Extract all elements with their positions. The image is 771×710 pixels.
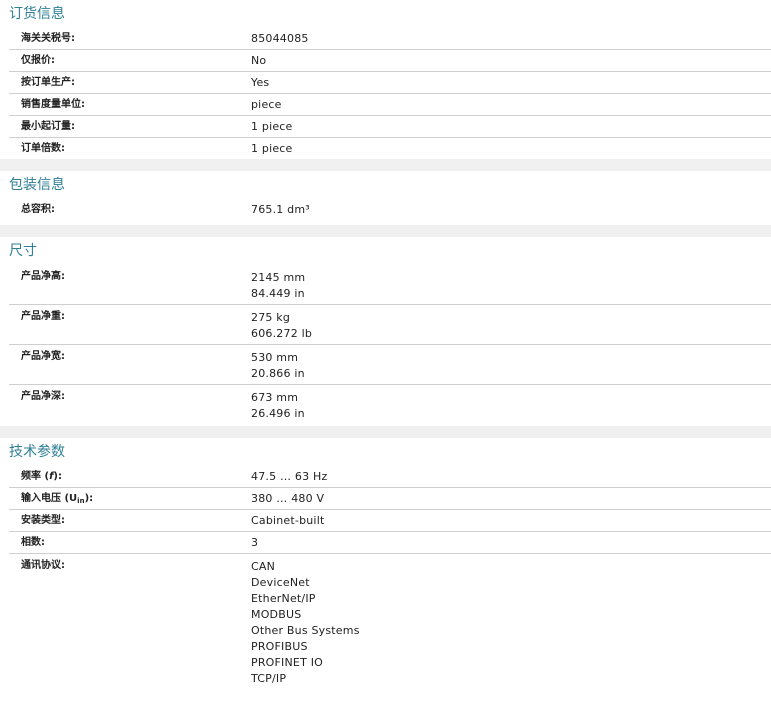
spec-label: 订单倍数: (21, 143, 65, 154)
spec-label: 销售度量单位: (21, 99, 85, 110)
section-packaging-info: 包装信息 总容积: 765.1 dm³ (0, 171, 771, 220)
label-end: ): (53, 471, 62, 482)
spec-table: 海关关税号: 85044085 仅报价: No 按订单生产: Yes 销售度量单… (0, 28, 771, 159)
spec-label: 总容积: (21, 204, 55, 215)
value-line: Other Bus Systems (251, 624, 360, 637)
value-line: 606.272 lb (251, 327, 313, 340)
spec-label: 按订单生产: (21, 77, 75, 88)
value-line: 2145 mm (251, 271, 306, 284)
spec-row: 总容积: 765.1 dm³ (9, 199, 771, 220)
spec-label: 产品净宽: (21, 351, 65, 362)
spec-row: 安装类型: Cabinet-built (9, 510, 771, 532)
value-line: 530 mm (251, 351, 299, 364)
spec-value: 2145 mm 84.449 in (251, 270, 305, 302)
spec-value: 530 mm 20.866 in (251, 350, 305, 382)
label-text: 输入电压 (U (21, 492, 78, 504)
value-line: 275 kg (251, 311, 291, 324)
section-ordering-info: 订货信息 海关关税号: 85044085 仅报价: No 按订单生产: Yes … (0, 0, 771, 159)
value-line: EtherNet/IP (251, 592, 316, 605)
spec-row: 销售度量单位: piece (9, 94, 771, 116)
spec-row: 通讯协议: CAN DeviceNet EtherNet/IP MODBUS O… (9, 554, 771, 689)
section-divider (0, 426, 771, 438)
spec-row: 产品净深: 673 mm 26.496 in (9, 385, 771, 426)
spec-value: 3 (251, 536, 259, 549)
spec-value: Cabinet-built (251, 514, 325, 527)
spec-table: 总容积: 765.1 dm³ (0, 199, 771, 220)
spec-label: 仅报价: (21, 55, 55, 66)
value-line: DeviceNet (251, 576, 310, 589)
value-line: 20.866 in (251, 367, 305, 380)
spec-row: 海关关税号: 85044085 (9, 28, 771, 50)
label-end: ): (84, 492, 94, 504)
spec-label: 产品净高: (21, 271, 65, 282)
spec-label: 相数: (21, 537, 45, 548)
section-divider (0, 225, 771, 237)
spec-label: 通讯协议: (21, 560, 65, 571)
spec-value: CAN DeviceNet EtherNet/IP MODBUS Other B… (251, 559, 360, 687)
value-line: MODBUS (251, 608, 302, 621)
value-line: TCP/IP (251, 672, 287, 685)
spec-row: 订单倍数: 1 piece (9, 138, 771, 159)
spec-row: 频率 (f): 47.5 … 63 Hz (9, 466, 771, 488)
section-divider (0, 159, 771, 171)
spec-row: 相数: 3 (9, 532, 771, 554)
spec-label: 安装类型: (21, 515, 65, 526)
spec-value: 275 kg 606.272 lb (251, 310, 312, 342)
value-line: CAN (251, 560, 276, 573)
spec-value: 765.1 dm³ (251, 203, 310, 216)
spec-label: 输入电压 (Uin): (9, 488, 251, 510)
spec-label: 产品净重: (21, 311, 65, 322)
spec-row: 仅报价: No (9, 50, 771, 72)
spec-label: 最小起订量: (21, 121, 75, 132)
section-technical-params: 技术参数 频率 (f): 47.5 … 63 Hz 输入电压 (Uin): 38… (0, 438, 771, 689)
value-line: 673 mm (251, 391, 299, 404)
spec-label: 频率 (f): (9, 466, 251, 487)
section-dimensions: 尺寸 产品净高: 2145 mm 84.449 in 产品净重: 275 kg … (0, 237, 771, 426)
section-title: 订货信息 (9, 6, 65, 22)
spec-value: piece (251, 98, 282, 111)
spec-row: 最小起订量: 1 piece (9, 116, 771, 138)
value-line: 26.496 in (251, 407, 305, 420)
value-line: PROFINET IO (251, 656, 324, 669)
spec-table: 产品净高: 2145 mm 84.449 in 产品净重: 275 kg 606… (0, 265, 771, 426)
section-title: 包装信息 (9, 177, 65, 193)
spec-value: No (251, 54, 267, 67)
value-line: 84.449 in (251, 287, 305, 300)
spec-row: 产品净重: 275 kg 606.272 lb (9, 305, 771, 345)
spec-value: 1 piece (251, 120, 293, 133)
spec-value: 85044085 (251, 32, 309, 45)
spec-value: 673 mm 26.496 in (251, 390, 305, 422)
spec-value: 1 piece (251, 142, 293, 155)
value-line: PROFIBUS (251, 640, 308, 653)
spec-row: 产品净宽: 530 mm 20.866 in (9, 345, 771, 385)
spec-label: 产品净深: (21, 391, 65, 402)
spec-row: 产品净高: 2145 mm 84.449 in (9, 265, 771, 305)
spec-value: 47.5 … 63 Hz (251, 470, 328, 483)
section-title: 技术参数 (9, 444, 65, 460)
spec-label: 海关关税号: (21, 33, 75, 44)
spec-table: 频率 (f): 47.5 … 63 Hz 输入电压 (Uin): 380 … 4… (0, 466, 771, 689)
spec-value: 380 … 480 V (251, 492, 325, 505)
label-text: 频率 ( (21, 471, 50, 482)
section-title: 尺寸 (9, 243, 37, 259)
spec-row: 按订单生产: Yes (9, 72, 771, 94)
spec-row: 输入电压 (Uin): 380 … 480 V (9, 488, 771, 510)
spec-value: Yes (251, 76, 270, 89)
label-subscript: in (77, 496, 85, 505)
